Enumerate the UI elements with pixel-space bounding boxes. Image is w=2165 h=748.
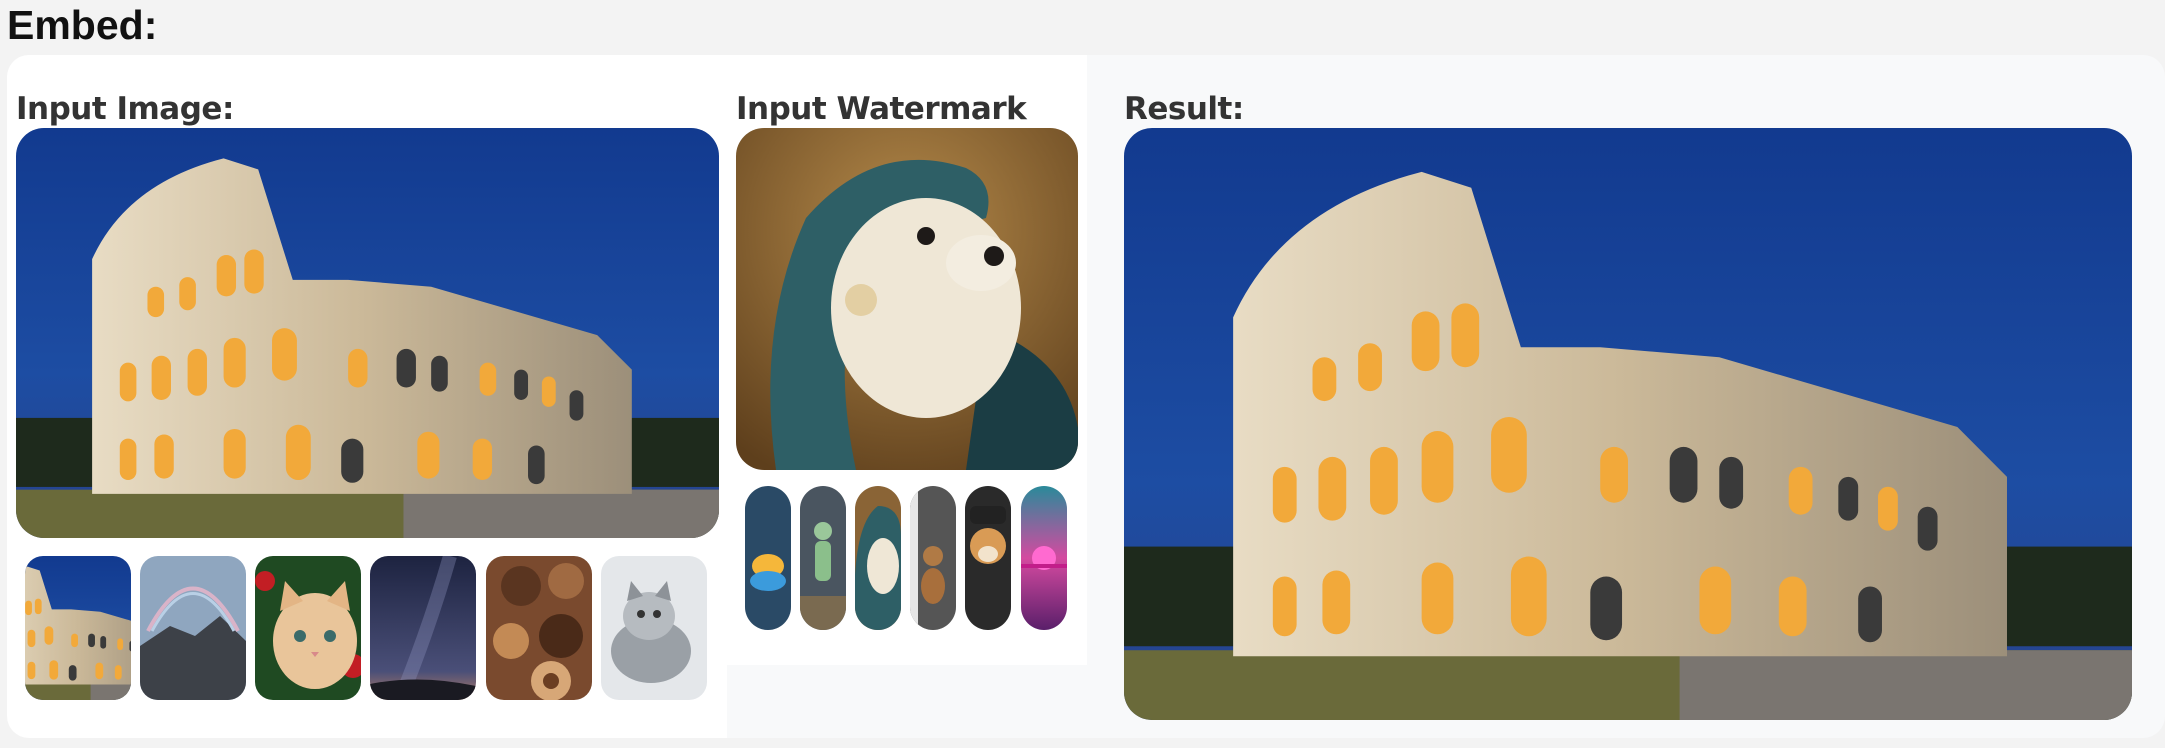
input-image-label: Input Image: — [16, 91, 234, 127]
otter-watermark-image — [736, 128, 1078, 470]
example-image-chocolates[interactable] — [486, 556, 592, 700]
kitten-christmas-thumbnail-icon — [255, 556, 361, 700]
sunset-thumbnail-icon — [1021, 486, 1067, 630]
shiba-dog-thumbnail-icon — [965, 486, 1011, 630]
example-image-grey-kitten[interactable] — [601, 556, 707, 700]
grey-kitten-thumbnail-icon — [601, 556, 707, 700]
rainbow-mountain-thumbnail-icon — [140, 556, 246, 700]
colosseum-result-image — [1124, 128, 2132, 720]
example-watermark-fish[interactable] — [745, 486, 791, 630]
colosseum-image — [16, 128, 719, 538]
example-watermark-sunset[interactable] — [1021, 486, 1067, 630]
otter-thumbnail-icon — [855, 486, 901, 630]
result-image[interactable] — [1124, 128, 2132, 720]
input-image-dropzone[interactable] — [16, 128, 719, 538]
chocolates-thumbnail-icon — [486, 556, 592, 700]
result-label: Result: — [1124, 91, 1244, 127]
page-heading: Embed: — [7, 2, 158, 48]
example-image-milky-way[interactable] — [370, 556, 476, 700]
fish-bowl-thumbnail-icon — [745, 486, 791, 630]
example-watermark-otter[interactable] — [855, 486, 901, 630]
example-image-kitten[interactable] — [255, 556, 361, 700]
input-watermark-dropzone[interactable] — [736, 128, 1078, 470]
panel-divider-strip — [727, 665, 1087, 738]
example-watermark-teddy[interactable] — [910, 486, 956, 630]
astronaut-thumbnail-icon — [800, 486, 846, 630]
input-watermark-label: Input Watermark — [736, 91, 1027, 127]
example-watermark-shiba[interactable] — [965, 486, 1011, 630]
teddy-bear-thumbnail-icon — [910, 486, 956, 630]
colosseum-thumbnail-icon — [25, 556, 131, 700]
example-image-colosseum[interactable] — [25, 556, 131, 700]
example-watermark-astronaut[interactable] — [800, 486, 846, 630]
milky-way-thumbnail-icon — [370, 556, 476, 700]
example-image-rainbow[interactable] — [140, 556, 246, 700]
